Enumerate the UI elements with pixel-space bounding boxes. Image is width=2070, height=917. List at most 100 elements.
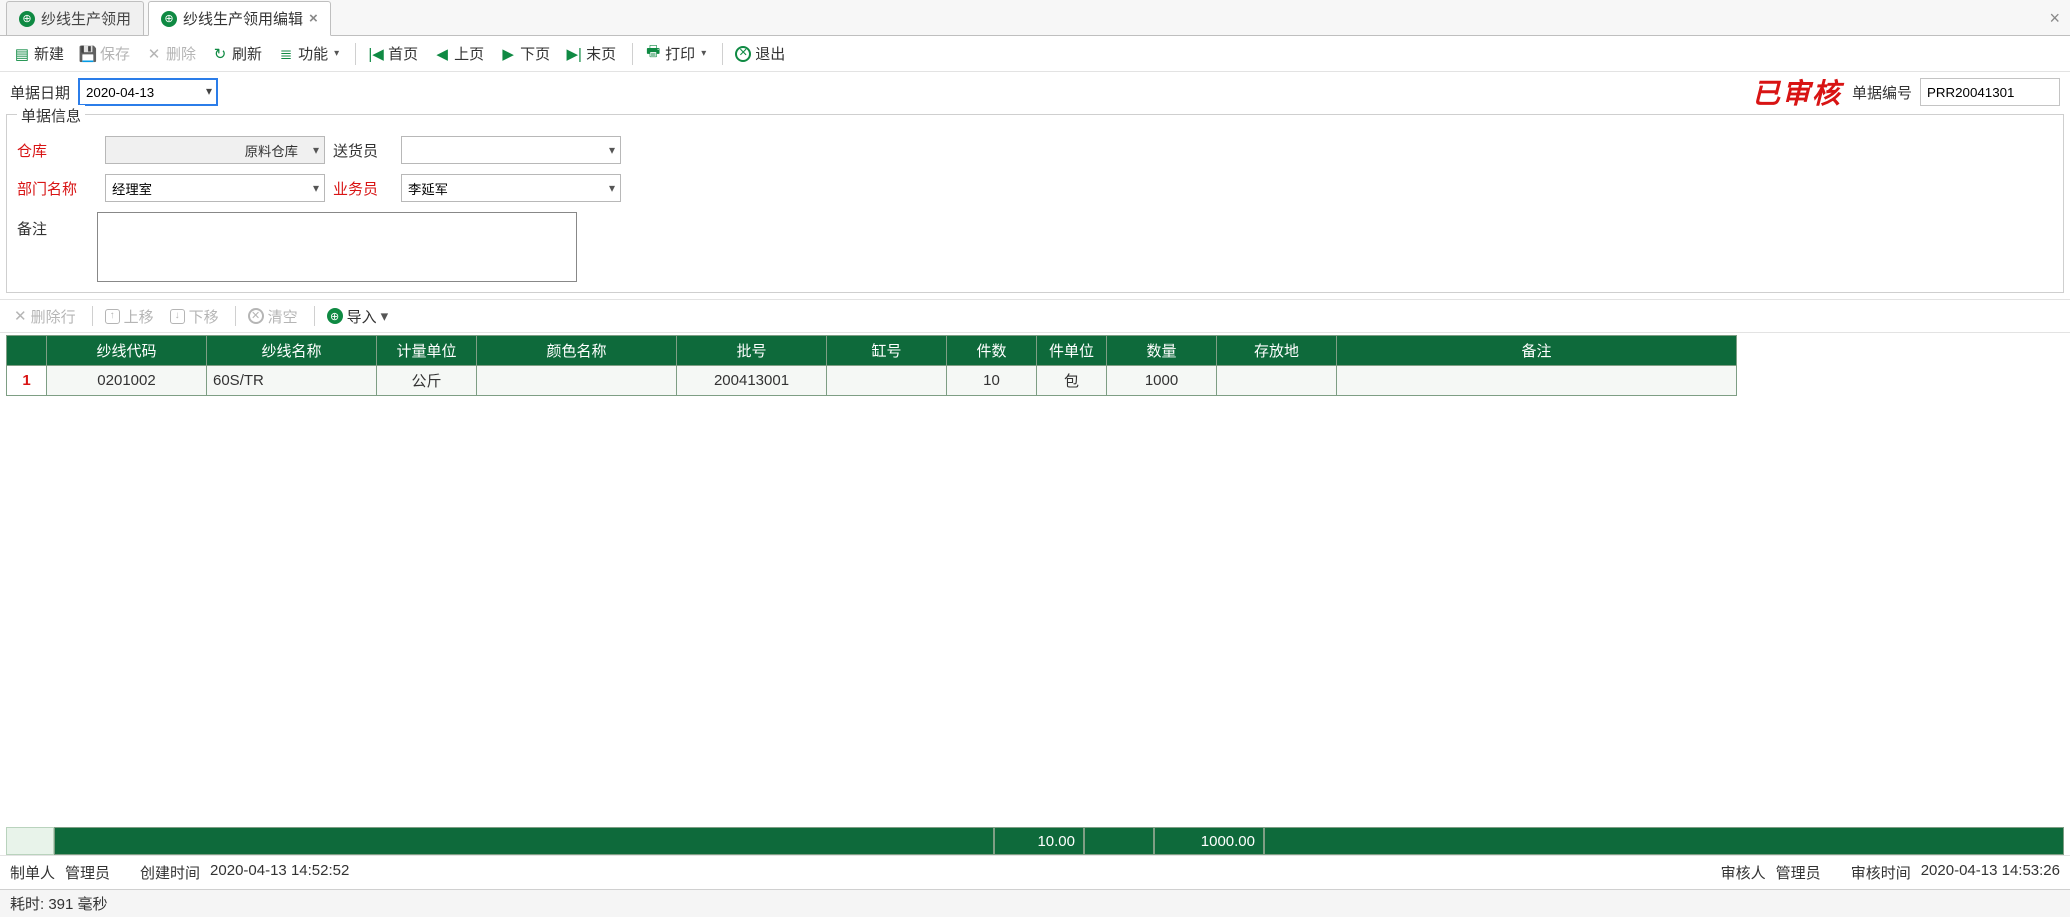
created-label: 创建时间 (140, 862, 200, 883)
main-toolbar: ▤新建 💾保存 ✕删除 ↻刷新 ≣功能▾ |◀首页 ◀上页 ▶下页 ▶|末页 🖶… (0, 36, 2070, 72)
exit-button[interactable]: ✕退出 (729, 40, 791, 67)
dept-label: 部门名称 (17, 178, 97, 199)
col-pcs[interactable]: 件数 (947, 336, 1037, 366)
detail-grid: 纱线代码 纱线名称 计量单位 颜色名称 批号 缸号 件数 件单位 数量 存放地 … (6, 335, 2064, 396)
doc-number-input[interactable] (1920, 78, 2060, 106)
move-down-button: ↓下移 (164, 303, 225, 330)
col-vat[interactable]: 缸号 (827, 336, 947, 366)
globe-icon: ⊕ (161, 11, 177, 27)
table-row[interactable]: 1 0201002 60S/TR 公斤 200413001 10 包 1000 (7, 366, 1737, 396)
document-header: 单据日期 ▾ 已审核 单据编号 (0, 72, 2070, 112)
first-icon: |◀ (368, 46, 384, 62)
approved-stamp: 已审核 (1752, 72, 1842, 112)
save-button: 💾保存 (74, 40, 136, 67)
tab-edit[interactable]: ⊕ 纱线生产领用编辑 × (148, 1, 331, 36)
last-icon: ▶| (566, 46, 582, 62)
status-bar: 耗时: 391 毫秒 (0, 889, 2070, 917)
col-loc[interactable]: 存放地 (1217, 336, 1337, 366)
totals-gap (1084, 827, 1154, 855)
document-footer: 制单人管理员 创建时间2020-04-13 14:52:52 审核人管理员 审核… (0, 855, 2070, 889)
refresh-icon: ↻ (212, 46, 228, 62)
clear-icon: ✕ (248, 308, 264, 324)
totals-bar: 10.00 1000.00 (6, 827, 2064, 855)
col-color[interactable]: 颜色名称 (477, 336, 677, 366)
doc-number-label: 单据编号 (1852, 82, 1912, 103)
prev-icon: ◀ (434, 46, 450, 62)
col-batch[interactable]: 批号 (677, 336, 827, 366)
tab-bar: ⊕ 纱线生产领用 ⊕ 纱线生产领用编辑 × × (0, 0, 2070, 36)
col-qty[interactable]: 数量 (1107, 336, 1217, 366)
cell-batch[interactable]: 200413001 (677, 366, 827, 396)
cell-name[interactable]: 60S/TR (207, 366, 377, 396)
date-input[interactable] (78, 78, 218, 106)
delete-icon: ✕ (146, 46, 162, 62)
audit-time-label: 审核时间 (1851, 862, 1911, 883)
cell-qty[interactable]: 1000 (1107, 366, 1217, 396)
cell-unit[interactable]: 公斤 (377, 366, 477, 396)
tab-list[interactable]: ⊕ 纱线生产领用 (6, 1, 144, 35)
row-toolbar: ✕删除行 ↑上移 ↓下移 ✕清空 ⊕导入▾ (0, 299, 2070, 333)
remark-textarea[interactable] (97, 212, 577, 282)
deliverer-label: 送货员 (333, 140, 393, 161)
separator (92, 306, 93, 326)
x-icon: ✕ (14, 307, 27, 325)
totals-qty: 1000.00 (1154, 827, 1264, 855)
document-info-group: 单据信息 仓库 ▾ 送货员 ▾ 部门名称 ▾ 业务员 ▾ 备注 (6, 114, 2064, 293)
refresh-button[interactable]: ↻刷新 (206, 40, 268, 67)
elapsed-label: 耗时: (10, 893, 44, 914)
arrow-up-icon: ↑ (105, 309, 120, 324)
totals-prefill (54, 827, 994, 855)
cell-code[interactable]: 0201002 (47, 366, 207, 396)
tab-label: 纱线生产领用 (41, 8, 131, 29)
last-page-button[interactable]: ▶|末页 (560, 40, 622, 67)
deliverer-select[interactable] (401, 136, 621, 164)
cell-vat[interactable] (827, 366, 947, 396)
totals-rest (1264, 827, 2064, 855)
next-icon: ▶ (500, 46, 516, 62)
col-code[interactable]: 纱线代码 (47, 336, 207, 366)
col-unit[interactable]: 计量单位 (377, 336, 477, 366)
tab-label: 纱线生产领用编辑 (183, 8, 303, 29)
print-icon: 🖶 (645, 46, 661, 62)
warehouse-select[interactable] (105, 136, 325, 164)
cell-pcs-unit[interactable]: 包 (1037, 366, 1107, 396)
col-rownum[interactable] (7, 336, 47, 366)
group-legend: 单据信息 (17, 105, 85, 126)
cell-pcs[interactable]: 10 (947, 366, 1037, 396)
tab-close-icon[interactable]: × (309, 10, 318, 27)
table-header-row: 纱线代码 纱线名称 计量单位 颜色名称 批号 缸号 件数 件单位 数量 存放地 … (7, 336, 1737, 366)
separator (235, 306, 236, 326)
import-button[interactable]: ⊕导入▾ (321, 303, 395, 330)
cell-rownum[interactable]: 1 (7, 366, 47, 396)
function-button[interactable]: ≣功能▾ (272, 40, 345, 67)
prev-page-button[interactable]: ◀上页 (428, 40, 490, 67)
separator (314, 306, 315, 326)
new-button[interactable]: ▤新建 (8, 40, 70, 67)
chevron-down-icon: ▾ (381, 307, 389, 325)
dept-select[interactable] (105, 174, 325, 202)
delete-button: ✕删除 (140, 40, 202, 67)
salesman-select[interactable] (401, 174, 621, 202)
arrow-down-icon: ↓ (170, 309, 185, 324)
close-all-icon[interactable]: × (2049, 8, 2060, 29)
maker-label: 制单人 (10, 862, 55, 883)
globe-icon: ⊕ (327, 308, 343, 324)
maker-value: 管理员 (65, 862, 110, 883)
col-name[interactable]: 纱线名称 (207, 336, 377, 366)
cell-loc[interactable] (1217, 366, 1337, 396)
separator (632, 43, 633, 65)
next-page-button[interactable]: ▶下页 (494, 40, 556, 67)
warehouse-label: 仓库 (17, 140, 97, 161)
grid-spacer (0, 396, 2070, 827)
col-remark[interactable]: 备注 (1337, 336, 1737, 366)
new-icon: ▤ (14, 46, 30, 62)
first-page-button[interactable]: |◀首页 (362, 40, 424, 67)
exit-icon: ✕ (735, 46, 751, 62)
cell-color[interactable] (477, 366, 677, 396)
created-value: 2020-04-13 14:52:52 (210, 862, 349, 883)
salesman-label: 业务员 (333, 178, 393, 199)
date-label: 单据日期 (10, 82, 70, 103)
print-button[interactable]: 🖶打印▾ (639, 40, 712, 67)
cell-remark[interactable] (1337, 366, 1737, 396)
col-pcs-unit[interactable]: 件单位 (1037, 336, 1107, 366)
